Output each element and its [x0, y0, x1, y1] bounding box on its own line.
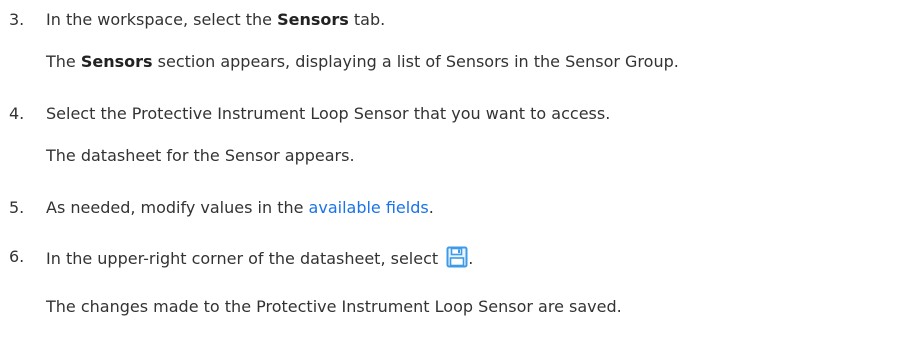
sensors-tab-label: Sensors [277, 10, 349, 29]
step-number: 5. [9, 198, 25, 217]
step-number: 6. [9, 247, 25, 266]
step-text-before: As needed, modify values in the [46, 198, 309, 217]
step-instruction: Select the Protective Instrument Loop Se… [46, 104, 611, 123]
step-text-after: . [428, 198, 434, 217]
step-number: 3. [9, 10, 25, 29]
step-instruction: As needed, modify values in the availabl… [46, 197, 434, 219]
sensors-section-label: Sensors [80, 52, 153, 71]
step-number: 4. [9, 104, 25, 123]
document-body: 3. In the workspace, select the Sensors … [0, 0, 914, 337]
step-text-before: In the upper-right corner of the datashe… [46, 249, 444, 268]
step-instruction: In the workspace, select the Sensors tab… [46, 9, 385, 31]
step-4-result: The datasheet for the Sensor appears. [46, 146, 355, 165]
step-text-after: . [468, 249, 474, 268]
available-fields-link[interactable]: available fields [309, 198, 429, 217]
save-icon [446, 246, 468, 268]
step-text-before: In the workspace, select the [46, 10, 278, 29]
result-text-before: The [46, 52, 81, 71]
step-instruction: In the upper-right corner of the datashe… [46, 246, 473, 270]
step-6-result: The changes made to the Protective Instr… [46, 297, 622, 316]
step-text-after: tab. [348, 10, 386, 29]
step-3-result: The Sensors section appears, displaying … [46, 51, 679, 73]
result-text-after: section appears, displaying a list of Se… [152, 52, 679, 71]
